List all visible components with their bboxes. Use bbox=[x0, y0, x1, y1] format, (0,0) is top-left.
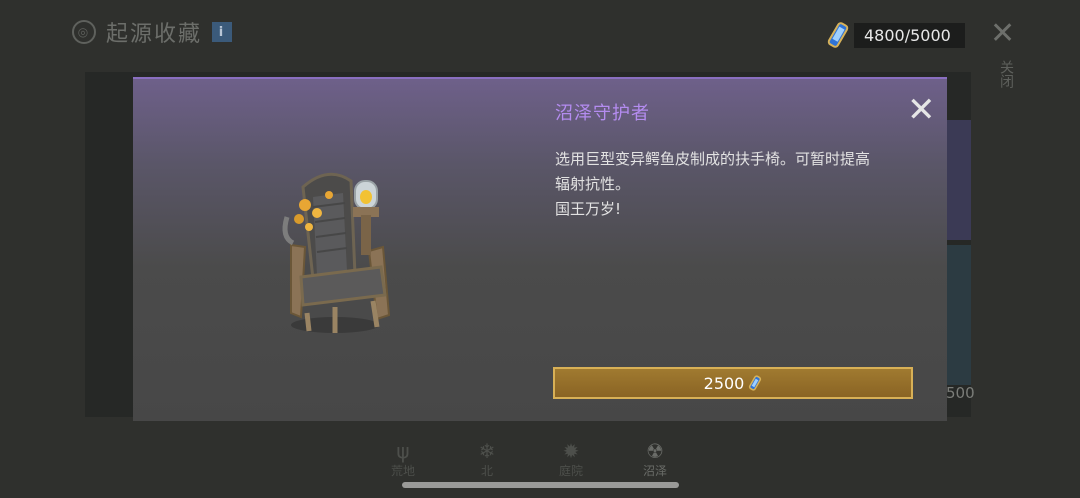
tab-wasteland[interactable]: ψ 荒地 bbox=[380, 440, 426, 479]
tab-swamp[interactable]: ☢ 沼泽 bbox=[632, 440, 678, 479]
item-description: 选用巨型变异鳄鱼皮制成的扶手椅。可暂时提高 辐射抗性。 国王万岁! bbox=[555, 147, 915, 222]
close-icon[interactable]: ✕ bbox=[990, 19, 1015, 49]
currency-display: 4800/5000 bbox=[826, 20, 965, 50]
tab-label: 北 bbox=[480, 464, 493, 478]
background-card-strip bbox=[945, 120, 971, 240]
background-card-strip-2 bbox=[945, 245, 971, 385]
background-price: 500 bbox=[946, 384, 975, 402]
scroll-icon bbox=[749, 375, 762, 391]
tab-label: 庭院 bbox=[558, 464, 583, 478]
description-line: 国王万岁! bbox=[555, 200, 622, 218]
close-label[interactable]: 关闭 bbox=[996, 60, 1016, 88]
tab-label: 荒地 bbox=[390, 464, 415, 478]
grass-icon: ψ bbox=[396, 439, 410, 463]
collection-icon: ◎ bbox=[72, 20, 96, 44]
snowflake-icon: ❄ bbox=[478, 439, 496, 463]
dialog-close-icon[interactable]: ✕ bbox=[907, 93, 936, 127]
sun-icon: ✹ bbox=[562, 439, 580, 463]
armchair-image bbox=[282, 172, 391, 333]
item-dialog: 沼泽守护者 ✕ 选用巨型变异鳄鱼皮制成的扶手椅。可暂时提高 辐射抗性。 国王万岁… bbox=[133, 77, 947, 421]
tab-label: 沼泽 bbox=[642, 464, 667, 478]
page-header: ◎ 起源收藏 i bbox=[72, 16, 233, 48]
item-title: 沼泽守护者 bbox=[555, 103, 650, 124]
scroll-icon bbox=[827, 22, 849, 48]
info-icon[interactable]: i bbox=[212, 22, 233, 42]
buy-price: 2500 bbox=[703, 373, 745, 393]
tab-courtyard[interactable]: ✹ 庭院 bbox=[548, 440, 594, 479]
category-tabs: ψ 荒地 ❄ 北 ✹ 庭院 ☢ 沼泽 bbox=[380, 440, 678, 479]
radiation-icon: ☢ bbox=[646, 439, 664, 463]
currency-value: 4800/5000 bbox=[854, 22, 965, 48]
buy-button[interactable]: 2500 bbox=[553, 367, 913, 399]
tab-north[interactable]: ❄ 北 bbox=[464, 440, 510, 479]
page-title: 起源收藏 bbox=[106, 22, 203, 47]
home-indicator[interactable] bbox=[402, 482, 679, 488]
description-line: 辐射抗性。 bbox=[555, 175, 631, 193]
description-line: 选用巨型变异鳄鱼皮制成的扶手椅。可暂时提高 bbox=[555, 150, 871, 168]
